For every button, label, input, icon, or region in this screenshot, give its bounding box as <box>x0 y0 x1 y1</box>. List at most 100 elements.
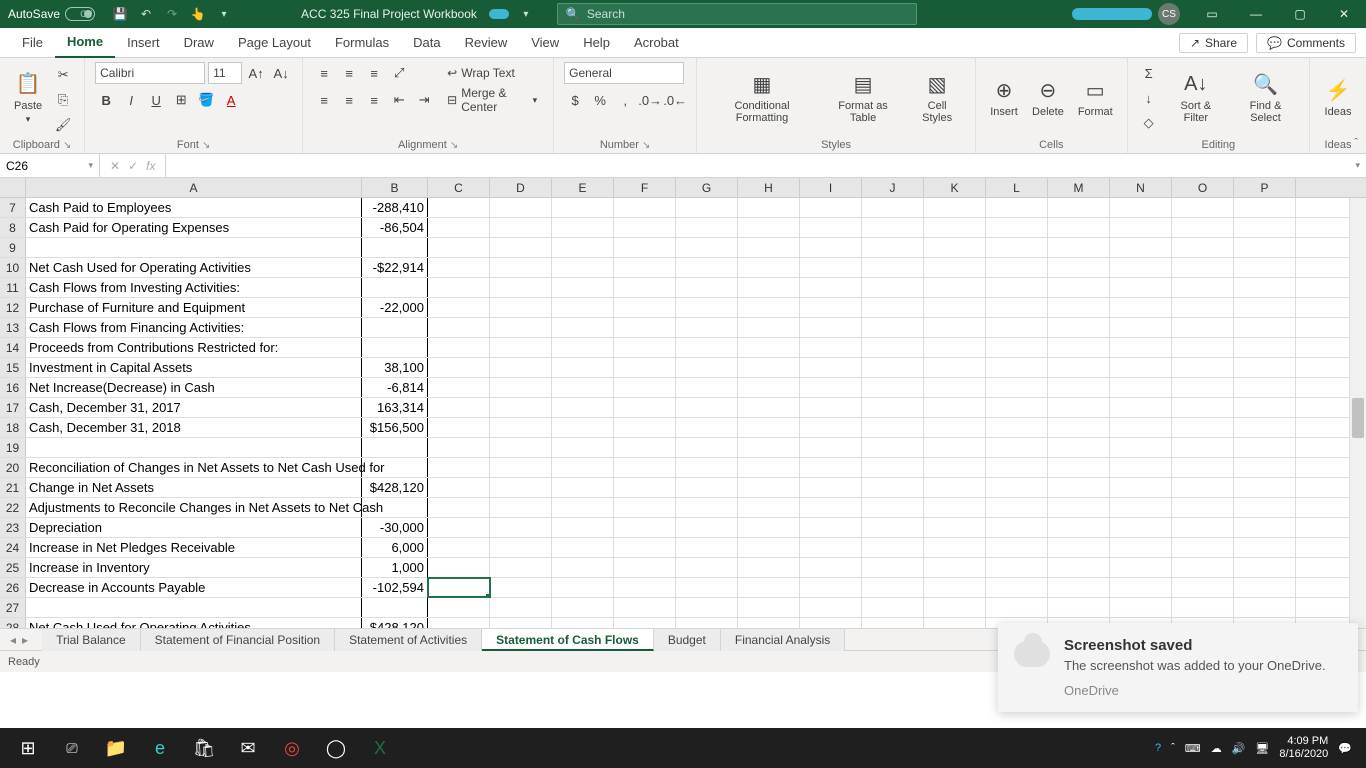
cell[interactable] <box>986 378 1048 397</box>
cell[interactable] <box>490 438 552 457</box>
touch-mode-icon[interactable]: 👆 <box>187 3 209 25</box>
cell[interactable] <box>676 198 738 217</box>
autosave-toggle[interactable]: AutoSave Off <box>0 7 103 21</box>
cell[interactable] <box>800 218 862 237</box>
spreadsheet-grid[interactable]: ABCDEFGHIJKLMNOP 7Cash Paid to Employees… <box>0 178 1366 628</box>
tray-expand-icon[interactable]: ˆ <box>1171 742 1175 754</box>
column-header-B[interactable]: B <box>362 178 428 197</box>
cell[interactable] <box>738 538 800 557</box>
conditional-formatting-button[interactable]: ▦Conditional Formatting <box>707 62 817 132</box>
cell[interactable] <box>862 278 924 297</box>
cell[interactable] <box>862 318 924 337</box>
cell[interactable] <box>1234 218 1296 237</box>
format-cells-button[interactable]: ▭Format <box>1074 62 1117 132</box>
cell[interactable] <box>1172 438 1234 457</box>
cell[interactable] <box>738 358 800 377</box>
border-button[interactable]: ⊞ <box>170 89 192 111</box>
row-header[interactable]: 14 <box>0 338 26 357</box>
cell[interactable] <box>800 318 862 337</box>
cell[interactable] <box>924 278 986 297</box>
column-header-M[interactable]: M <box>1048 178 1110 197</box>
cell[interactable] <box>862 518 924 537</box>
start-button[interactable]: ⊞ <box>6 728 50 768</box>
cell[interactable] <box>1234 378 1296 397</box>
cell[interactable] <box>800 338 862 357</box>
tab-formulas[interactable]: Formulas <box>323 28 401 58</box>
cell[interactable] <box>676 518 738 537</box>
cell[interactable] <box>924 438 986 457</box>
cell[interactable] <box>800 458 862 477</box>
cell[interactable] <box>490 318 552 337</box>
row-header[interactable]: 21 <box>0 478 26 497</box>
cell[interactable] <box>1110 518 1172 537</box>
cell[interactable] <box>1048 478 1110 497</box>
cell[interactable] <box>428 578 490 597</box>
cell[interactable] <box>1172 198 1234 217</box>
cell[interactable] <box>362 498 428 517</box>
cell[interactable] <box>1110 258 1172 277</box>
cell[interactable] <box>1110 458 1172 477</box>
cell[interactable] <box>738 438 800 457</box>
column-header-D[interactable]: D <box>490 178 552 197</box>
cell[interactable] <box>362 238 428 257</box>
align-right-icon[interactable]: ≡ <box>363 89 385 111</box>
fill-color-button[interactable]: 🪣 <box>195 89 217 111</box>
cell[interactable] <box>986 478 1048 497</box>
cell[interactable] <box>800 258 862 277</box>
find-select-button[interactable]: 🔍Find & Select <box>1232 62 1299 132</box>
cell[interactable] <box>986 438 1048 457</box>
cell[interactable] <box>924 618 986 628</box>
cell[interactable] <box>428 318 490 337</box>
cell[interactable] <box>362 598 428 617</box>
cell[interactable] <box>800 578 862 597</box>
cell[interactable] <box>614 298 676 317</box>
cell[interactable] <box>862 238 924 257</box>
cell[interactable] <box>1048 318 1110 337</box>
cell[interactable] <box>490 238 552 257</box>
cell[interactable] <box>1048 198 1110 217</box>
cell[interactable] <box>1048 398 1110 417</box>
cell[interactable] <box>428 238 490 257</box>
cell[interactable]: Decrease in Accounts Payable <box>26 578 362 597</box>
cell[interactable] <box>676 238 738 257</box>
row-header[interactable]: 13 <box>0 318 26 337</box>
cell[interactable] <box>428 398 490 417</box>
cell[interactable] <box>1048 358 1110 377</box>
cell[interactable] <box>862 198 924 217</box>
cell[interactable] <box>490 598 552 617</box>
cell[interactable] <box>490 298 552 317</box>
cell[interactable] <box>1110 298 1172 317</box>
column-header-P[interactable]: P <box>1234 178 1296 197</box>
cell[interactable]: -86,504 <box>362 218 428 237</box>
cell[interactable] <box>924 598 986 617</box>
cell[interactable] <box>490 278 552 297</box>
cell[interactable]: Net Increase(Decrease) in Cash <box>26 378 362 397</box>
cell[interactable] <box>862 258 924 277</box>
cell[interactable] <box>862 298 924 317</box>
cell[interactable] <box>676 578 738 597</box>
dialog-launcher-icon[interactable]: ↘ <box>202 140 210 151</box>
cell[interactable] <box>1048 258 1110 277</box>
increase-decimal-icon[interactable]: .0→ <box>639 89 661 111</box>
cell[interactable] <box>614 598 676 617</box>
cell[interactable] <box>614 378 676 397</box>
cell[interactable] <box>986 218 1048 237</box>
cell[interactable] <box>26 598 362 617</box>
cell[interactable] <box>1172 398 1234 417</box>
cell[interactable]: $156,500 <box>362 418 428 437</box>
scrollbar-thumb[interactable] <box>1352 398 1364 438</box>
cell[interactable] <box>1172 298 1234 317</box>
cell[interactable] <box>1172 278 1234 297</box>
tab-page-layout[interactable]: Page Layout <box>226 28 323 58</box>
maximize-icon[interactable]: ▢ <box>1278 0 1322 28</box>
cell[interactable] <box>1234 478 1296 497</box>
cell[interactable] <box>738 218 800 237</box>
cell[interactable] <box>924 518 986 537</box>
column-header-A[interactable]: A <box>26 178 362 197</box>
align-left-icon[interactable]: ≡ <box>313 89 335 111</box>
row-header[interactable]: 11 <box>0 278 26 297</box>
row-header[interactable]: 7 <box>0 198 26 217</box>
cell[interactable] <box>490 378 552 397</box>
cell[interactable] <box>552 378 614 397</box>
cell[interactable]: 38,100 <box>362 358 428 377</box>
